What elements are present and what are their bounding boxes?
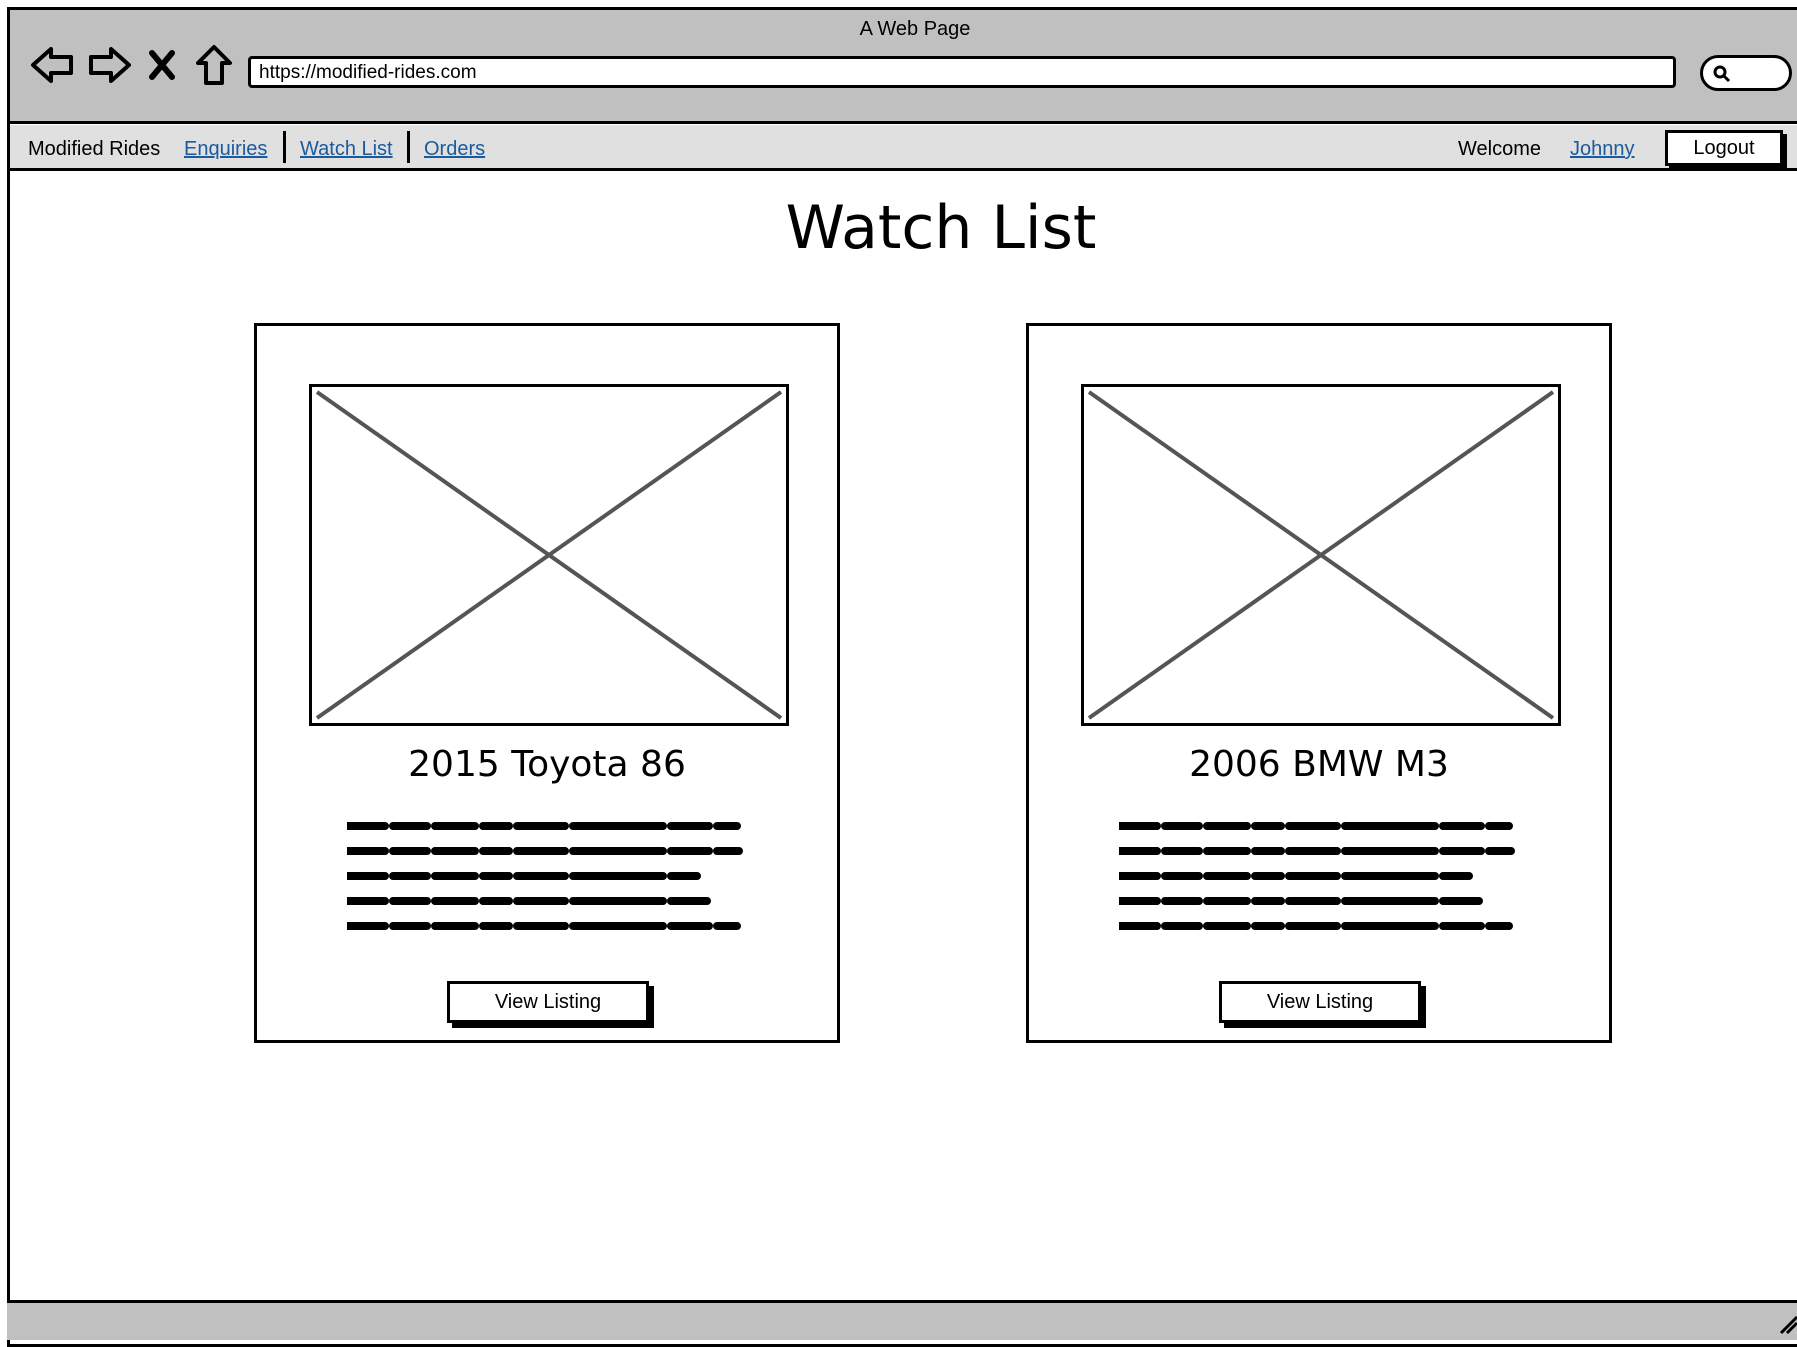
stop-icon[interactable]	[144, 41, 180, 89]
listing-title: 2015 Toyota 86	[408, 744, 686, 785]
nav-link-watch-list[interactable]: Watch List	[300, 138, 393, 161]
image-placeholder-icon	[309, 384, 789, 726]
home-icon[interactable]	[190, 41, 238, 89]
browser-search-field[interactable]	[1700, 55, 1792, 91]
view-listing-button[interactable]: View Listing	[1219, 981, 1421, 1023]
scribble-text-placeholder	[347, 822, 743, 930]
forward-arrow-icon[interactable]	[86, 41, 134, 89]
window-title: A Web Page	[859, 18, 971, 40]
nav-divider	[283, 131, 286, 163]
nav-divider	[407, 131, 410, 163]
search-icon	[1713, 65, 1731, 88]
resize-grip-icon[interactable]	[1775, 1311, 1797, 1340]
user-profile-link[interactable]: Johnny	[1570, 138, 1635, 161]
nav-link-orders[interactable]: Orders	[424, 138, 485, 161]
welcome-text: Welcome	[1458, 138, 1541, 160]
back-arrow-icon[interactable]	[28, 41, 76, 89]
browser-chrome: A Web Page https://modified-rides.com	[10, 10, 1797, 124]
image-placeholder-icon	[1081, 384, 1561, 726]
nav-link-enquiries[interactable]: Enquiries	[184, 138, 267, 161]
browser-nav-controls	[28, 40, 238, 90]
brand-name: Modified Rides	[28, 138, 161, 160]
listing-title: 2006 BMW M3	[1189, 744, 1449, 785]
watchlist-card: 2006 BMW M3 View Listing	[1026, 323, 1612, 1043]
watchlist-card: 2015 Toyota 86 View Listing	[254, 323, 840, 1043]
browser-window: A Web Page https://modified-rides.com Mo…	[7, 7, 1797, 1347]
address-bar[interactable]: https://modified-rides.com	[248, 56, 1676, 88]
browser-status-bar	[7, 1300, 1797, 1340]
logout-button[interactable]: Logout	[1665, 130, 1783, 166]
view-listing-button[interactable]: View Listing	[447, 981, 649, 1023]
page-title: Watch List	[785, 193, 1097, 263]
app-nav-bar: Modified Rides Enquiries Watch List Orde…	[10, 125, 1797, 171]
scribble-text-placeholder	[1119, 822, 1515, 930]
